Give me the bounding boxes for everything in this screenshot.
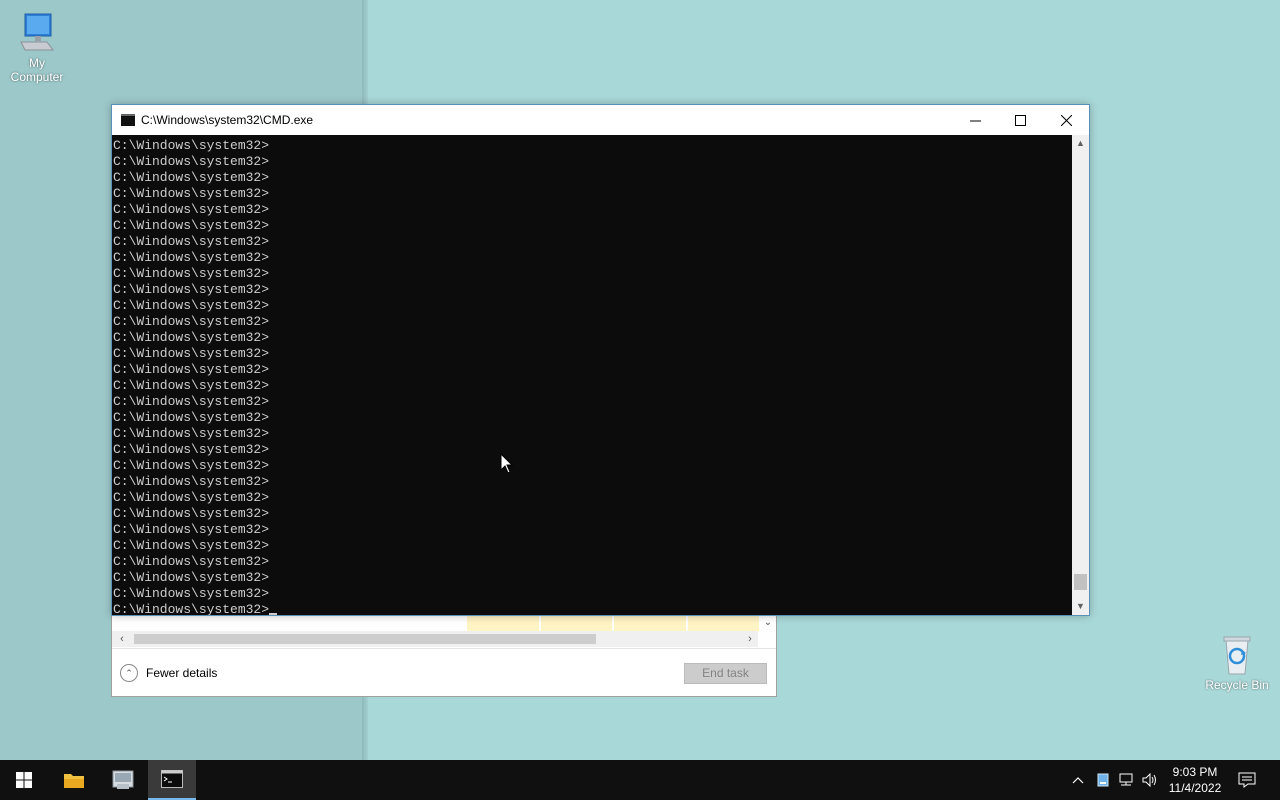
scrollbar-thumb[interactable] bbox=[1074, 574, 1087, 590]
cmd-window[interactable]: C:\Windows\system32\CMD.exe C:\Windows\s… bbox=[111, 104, 1090, 616]
console-line: C:\Windows\system32> bbox=[113, 394, 270, 409]
console-line: C:\Windows\system32> bbox=[113, 490, 270, 505]
network-icon bbox=[1119, 773, 1133, 786]
end-task-button[interactable]: End task bbox=[684, 663, 767, 684]
title-bar[interactable]: C:\Windows\system32\CMD.exe bbox=[112, 105, 1089, 135]
storage-icon bbox=[1097, 773, 1109, 787]
text-cursor bbox=[269, 613, 278, 615]
console-line: C:\Windows\system32> bbox=[113, 266, 270, 281]
tray-network[interactable] bbox=[1116, 770, 1136, 790]
console-lines: C:\Windows\system32> C:\Windows\system32>… bbox=[113, 138, 1072, 602]
close-button[interactable] bbox=[1043, 105, 1089, 135]
console-line: C:\Windows\system32> bbox=[113, 426, 270, 441]
tray-storage[interactable] bbox=[1093, 770, 1113, 790]
file-explorer-icon bbox=[64, 774, 84, 788]
console-line: C:\Windows\system32> bbox=[113, 170, 270, 185]
horizontal-scrollbar[interactable]: ‹ › bbox=[112, 631, 758, 647]
console-line: C:\Windows\system32> bbox=[113, 202, 270, 217]
minimize-button[interactable] bbox=[952, 105, 998, 135]
heat-cell bbox=[467, 615, 539, 631]
console-line: C:\Windows\system32> bbox=[113, 186, 270, 201]
desktop-icon-recycle-bin[interactable]: Recycle Bin bbox=[1201, 634, 1273, 692]
console-line: C:\Windows\system32> bbox=[113, 250, 270, 265]
taskbar-clock[interactable]: 9:03 PM 11/4/2022 bbox=[1162, 764, 1228, 796]
mouse-pointer-icon bbox=[500, 453, 514, 474]
chevron-up-icon bbox=[1072, 777, 1084, 784]
console-line: C:\Windows\system32> bbox=[113, 234, 270, 249]
heat-cell bbox=[614, 615, 686, 631]
clock-date: 11/4/2022 bbox=[1168, 781, 1222, 795]
console-line: C:\Windows\system32> bbox=[113, 346, 270, 361]
desktop-icon-my-computer[interactable]: My Computer bbox=[1, 12, 73, 84]
heat-cell bbox=[687, 615, 759, 631]
console-output[interactable]: C:\Windows\system32> C:\Windows\system32>… bbox=[112, 135, 1072, 615]
console-line: C:\Windows\system32> bbox=[113, 138, 270, 153]
console-line: C:\Windows\system32> bbox=[113, 362, 270, 377]
task-manager-window: ⌄ ‹ › ⌃ Fewer details End task bbox=[111, 612, 777, 697]
console-line: C:\Windows\system32> bbox=[113, 330, 270, 345]
taskbar-file-explorer[interactable] bbox=[50, 760, 98, 800]
heat-cell bbox=[540, 615, 612, 631]
clock-time: 9:03 PM bbox=[1172, 765, 1218, 779]
console-line: C:\Windows\system32> bbox=[113, 506, 270, 521]
fewer-details-button[interactable]: ⌃ Fewer details bbox=[120, 664, 217, 682]
console-line: C:\Windows\system32> bbox=[113, 410, 270, 425]
console-line: C:\Windows\system32> bbox=[113, 554, 270, 569]
console-line: C:\Windows\system32> bbox=[113, 314, 270, 329]
window-title: C:\Windows\system32\CMD.exe bbox=[141, 113, 314, 127]
close-icon bbox=[1060, 114, 1072, 126]
scroll-right-arrow-icon[interactable]: › bbox=[742, 631, 758, 647]
chevron-up-circle-icon: ⌃ bbox=[120, 664, 138, 682]
desktop-icon-label: My Computer bbox=[10, 56, 64, 84]
console-line: C:\Windows\system32> bbox=[113, 570, 270, 585]
console-line: C:\Windows\system32> bbox=[113, 538, 270, 553]
taskbar-server-manager[interactable] bbox=[99, 760, 147, 800]
scrollbar-thumb[interactable] bbox=[134, 634, 596, 644]
maximize-button[interactable] bbox=[997, 105, 1043, 135]
taskbar-cmd[interactable] bbox=[148, 760, 196, 800]
recycle-bin-icon bbox=[1223, 636, 1251, 675]
cmd-icon bbox=[161, 770, 183, 788]
fewer-details-label: Fewer details bbox=[146, 666, 218, 680]
console-line: C:\Windows\system32> bbox=[113, 298, 270, 313]
console-line: C:\Windows\system32> bbox=[113, 282, 270, 297]
scroll-down-arrow-icon[interactable]: ⌄ bbox=[760, 615, 776, 631]
console-line: C:\Windows\system32> bbox=[113, 442, 270, 457]
task-manager-footer: ⌃ Fewer details End task bbox=[112, 648, 776, 696]
active-prompt: C:\Windows\system32> bbox=[113, 602, 270, 615]
computer-icon bbox=[20, 13, 54, 51]
console-line: C:\Windows\system32> bbox=[113, 458, 270, 473]
server-manager-icon bbox=[112, 770, 134, 789]
scroll-down-arrow-icon[interactable]: ▼ bbox=[1072, 598, 1089, 615]
minimize-icon bbox=[969, 120, 981, 121]
taskbar: 9:03 PM 11/4/2022 bbox=[0, 760, 1280, 800]
action-center-button[interactable] bbox=[1237, 770, 1257, 790]
cmd-icon bbox=[121, 114, 135, 126]
scroll-left-arrow-icon[interactable]: ‹ bbox=[114, 631, 130, 647]
desktop-icon-label: Recycle Bin bbox=[1205, 678, 1269, 692]
start-button[interactable] bbox=[0, 760, 48, 800]
tray-volume[interactable] bbox=[1140, 770, 1160, 790]
console-line: C:\Windows\system32> bbox=[113, 378, 270, 393]
task-manager-heat-cells bbox=[467, 615, 759, 631]
console-line: C:\Windows\system32> bbox=[113, 586, 270, 601]
console-line: C:\Windows\system32> bbox=[113, 154, 270, 169]
vertical-scrollbar[interactable]: ▲ ▼ bbox=[1072, 135, 1089, 615]
show-hidden-icons-button[interactable] bbox=[1068, 770, 1088, 790]
active-prompt-line[interactable]: C:\Windows\system32> bbox=[113, 602, 1072, 615]
scroll-up-arrow-icon[interactable]: ▲ bbox=[1072, 135, 1089, 152]
maximize-icon bbox=[1014, 114, 1026, 126]
console-line: C:\Windows\system32> bbox=[113, 218, 270, 233]
console-line: C:\Windows\system32> bbox=[113, 522, 270, 537]
action-center-icon bbox=[1238, 772, 1256, 788]
start-icon bbox=[16, 772, 32, 788]
volume-icon bbox=[1142, 773, 1156, 787]
console-line: C:\Windows\system32> bbox=[113, 474, 270, 489]
